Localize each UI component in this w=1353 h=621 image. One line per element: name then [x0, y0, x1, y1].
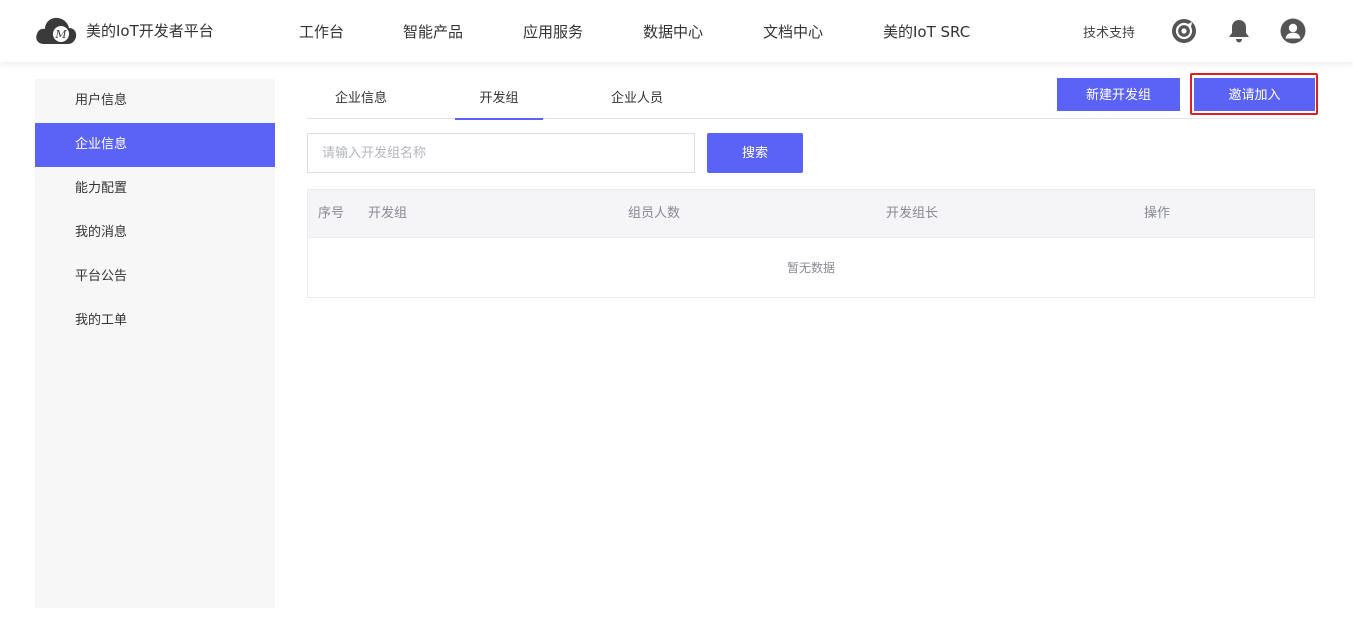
- column-header-group-leader: 开发组长: [886, 206, 939, 221]
- svg-text:M: M: [54, 28, 67, 41]
- nav-item-iot-src[interactable]: 美的IoT SRC: [883, 21, 970, 42]
- top-header: M 美的IoT开发者平台 工作台 智能产品 应用服务 数据中心 文档中心 美的I…: [0, 0, 1353, 62]
- nav-item-smart-products[interactable]: 智能产品: [403, 21, 463, 42]
- nav-item-doc-center[interactable]: 文档中心: [763, 21, 823, 42]
- column-header-index: 序号: [318, 206, 345, 221]
- sidebar-item-enterprise-info[interactable]: 企业信息: [35, 123, 275, 167]
- sidebar-item-capability-config[interactable]: 能力配置: [35, 167, 275, 211]
- tab-enterprise-members[interactable]: 企业人员: [593, 79, 681, 119]
- nav-item-workbench[interactable]: 工作台: [299, 21, 344, 42]
- tab-enterprise-info[interactable]: 企业信息: [307, 79, 415, 119]
- invite-join-button[interactable]: 邀请加入: [1194, 78, 1315, 111]
- bell-icon[interactable]: [1226, 18, 1252, 44]
- nav-item-data-center[interactable]: 数据中心: [643, 21, 703, 42]
- new-dev-group-button[interactable]: 新建开发组: [1057, 78, 1180, 111]
- user-avatar-icon[interactable]: [1280, 18, 1306, 44]
- platform-name: 美的IoT开发者平台: [86, 21, 214, 40]
- column-header-dev-group: 开发组: [368, 206, 408, 221]
- column-header-actions: 操作: [1144, 206, 1171, 221]
- main-nav: 工作台 智能产品 应用服务 数据中心 文档中心 美的IoT SRC: [280, 21, 1040, 41]
- platform-logo[interactable]: M 美的IoT开发者平台: [34, 14, 214, 46]
- sidebar-item-my-tickets[interactable]: 我的工单: [35, 299, 275, 343]
- sidebar-item-user-info[interactable]: 用户信息: [35, 79, 275, 123]
- dev-group-search-input[interactable]: [307, 133, 695, 173]
- search-button[interactable]: 搜索: [707, 133, 803, 173]
- table-empty-state: 暂无数据: [786, 261, 835, 275]
- tab-dev-groups[interactable]: 开发组: [455, 79, 543, 120]
- sidebar: 用户信息 企业信息 能力配置 我的消息 平台公告 我的工单: [35, 79, 275, 608]
- dev-group-table: 序号 开发组 组员人数 开发组长 操作 暂无数据: [307, 189, 1315, 298]
- target-icon[interactable]: [1171, 18, 1197, 44]
- column-header-member-count: 组员人数: [628, 206, 681, 221]
- sidebar-item-platform-notices[interactable]: 平台公告: [35, 255, 275, 299]
- cloud-logo-icon: M: [36, 17, 77, 44]
- nav-item-app-services[interactable]: 应用服务: [523, 21, 583, 42]
- table-header: 序号 开发组 组员人数 开发组长 操作: [308, 190, 1314, 238]
- sidebar-item-my-messages[interactable]: 我的消息: [35, 211, 275, 255]
- tech-support-link[interactable]: 技术支持: [1083, 22, 1135, 41]
